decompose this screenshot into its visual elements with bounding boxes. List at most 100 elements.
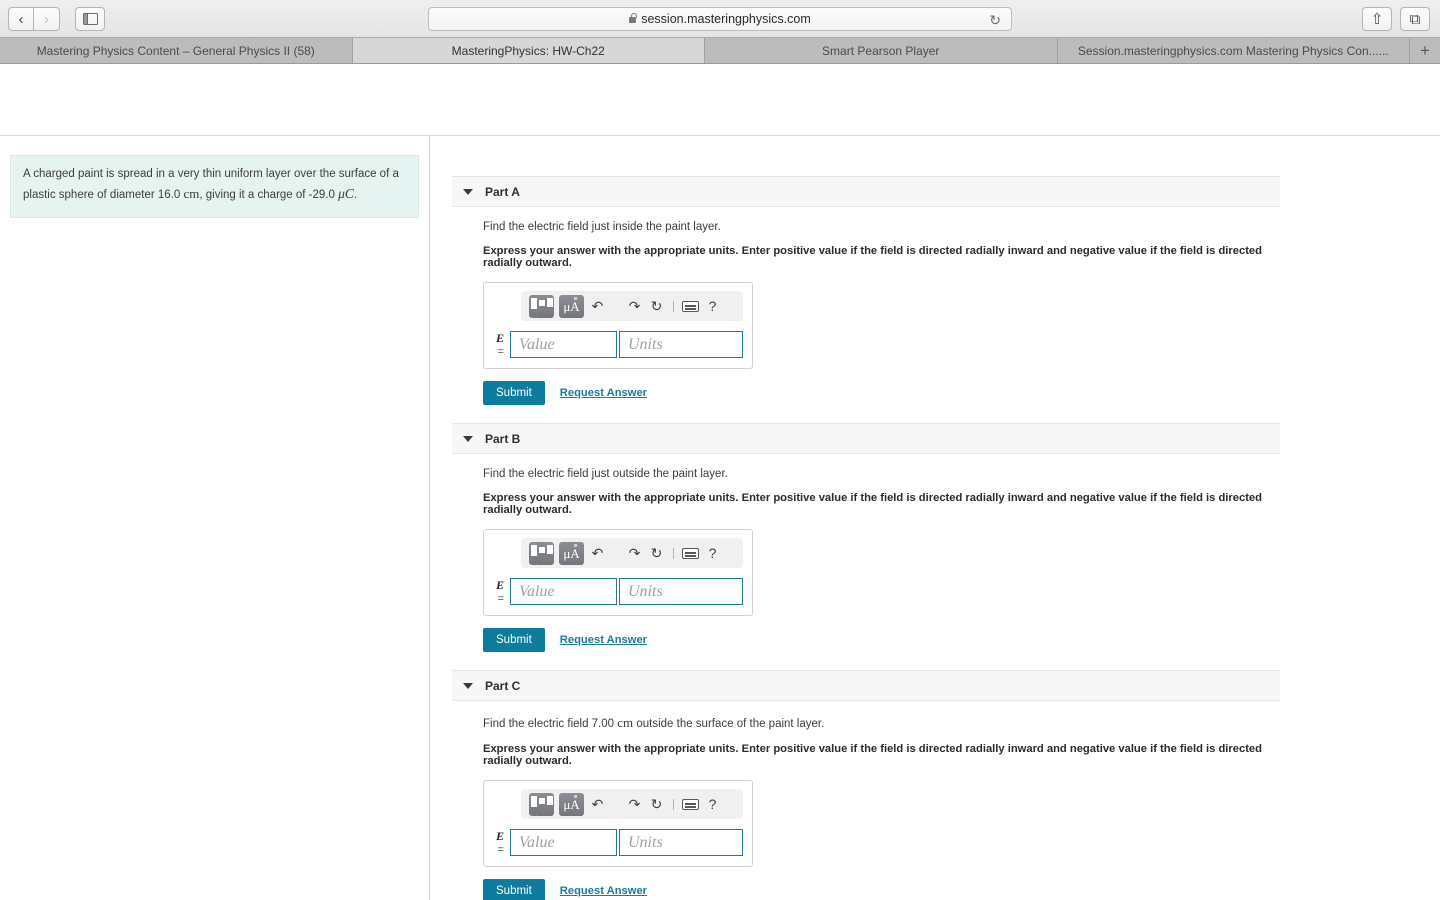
help-button[interactable]: ?	[704, 794, 721, 814]
address-bar[interactable]: session.masteringphysics.com ↻	[428, 7, 1012, 31]
part-b-header[interactable]: Part B	[452, 423, 1280, 454]
back-arrow-icon: ‹	[18, 10, 24, 28]
part-c-header[interactable]: Part C	[452, 670, 1280, 701]
spacer-a-b	[430, 405, 1440, 423]
new-tab-button[interactable]: +	[1410, 38, 1440, 63]
part-a-actions: Submit Request Answer	[483, 381, 1280, 405]
redo-button[interactable]: ↷	[626, 296, 643, 316]
reset-circular-arrow-icon: ↻	[650, 795, 663, 812]
field-label: E =	[493, 331, 504, 358]
units-palette-button[interactable]: μA	[559, 792, 584, 816]
show-tabs-button[interactable]: ⧉	[1400, 7, 1430, 31]
back-button[interactable]: ‹	[8, 7, 34, 31]
part-b-submit-button[interactable]: Submit	[483, 628, 545, 652]
spacer-b-c	[430, 652, 1440, 670]
undo-button[interactable]: ↶	[589, 794, 606, 814]
template-sublabel-icon: ⏟	[532, 807, 537, 816]
sidebar-toggle-button[interactable]	[75, 7, 105, 31]
reset-button[interactable]: ↻	[648, 543, 665, 563]
math-template-button[interactable]: ⏟	[529, 541, 554, 565]
undo-arrow-icon: ↶	[591, 544, 604, 561]
chevron-down-icon	[463, 188, 473, 195]
field-equals: =	[497, 593, 505, 605]
part-b-request-answer-link[interactable]: Request Answer	[560, 634, 647, 646]
keyboard-icon	[682, 547, 699, 559]
keyboard-button[interactable]	[682, 794, 699, 814]
field-equals: =	[497, 346, 505, 358]
part-c-body: Find the electric field 7.00 cm outside …	[452, 701, 1280, 900]
part-c-submit-button[interactable]: Submit	[483, 879, 545, 900]
browser-tab-2[interactable]: MasteringPhysics: HW-Ch22	[352, 38, 705, 63]
field-variable: E	[495, 331, 504, 345]
help-button[interactable]: ?	[704, 296, 721, 316]
part-c-units-input[interactable]	[619, 829, 743, 856]
help-question-icon: ?	[708, 545, 717, 561]
undo-arrow-icon: ↶	[591, 795, 604, 812]
part-c-prompt-text-1: Find the electric field 7.00	[483, 718, 615, 730]
undo-button[interactable]: ↶	[589, 296, 606, 316]
part-a: Part A Find the electric field just insi…	[452, 176, 1280, 405]
forward-button[interactable]: ›	[34, 7, 60, 31]
units-palette-button[interactable]: μA	[559, 294, 584, 318]
undo-arrow-icon: ↶	[591, 297, 604, 314]
part-a-submit-button[interactable]: Submit	[483, 381, 545, 405]
field-equals: =	[497, 844, 505, 856]
redo-arrow-icon: ↷	[628, 795, 641, 812]
part-c-request-answer-link[interactable]: Request Answer	[560, 885, 647, 897]
part-b-value-input[interactable]	[510, 578, 617, 605]
reset-circular-arrow-icon: ↻	[650, 544, 663, 561]
chevron-down-icon	[463, 682, 473, 689]
angstrom-ring-icon	[574, 296, 577, 300]
redo-button[interactable]: ↷	[626, 794, 643, 814]
field-label: E =	[493, 578, 504, 605]
undo-button[interactable]: ↶	[589, 543, 606, 563]
part-b-instruction: Express your answer with the appropriate…	[483, 492, 1262, 516]
browser-tab-4[interactable]: Session.masteringphysics.com Mastering P…	[1057, 38, 1410, 63]
tab-label: Session.masteringphysics.com Mastering P…	[1077, 43, 1389, 58]
part-a-header[interactable]: Part A	[452, 176, 1280, 207]
part-a-request-answer-link[interactable]: Request Answer	[560, 387, 647, 399]
units-label: μA	[563, 545, 580, 561]
redo-arrow-icon: ↷	[628, 297, 641, 314]
share-icon: ⇧	[1370, 10, 1384, 28]
part-c-field-row: E =	[493, 829, 743, 856]
keyboard-button[interactable]	[682, 543, 699, 563]
reload-icon[interactable]: ↻	[989, 12, 1001, 29]
help-question-icon: ?	[708, 796, 717, 812]
help-question-icon: ?	[708, 298, 717, 314]
reset-button[interactable]: ↻	[648, 794, 665, 814]
redo-arrow-icon: ↷	[628, 544, 641, 561]
reset-circular-arrow-icon: ↻	[650, 297, 663, 314]
part-b-toolbar: ⏟ μA ↶ ↷ ↻ ?	[521, 538, 743, 568]
reset-button[interactable]: ↻	[648, 296, 665, 316]
keyboard-button[interactable]	[682, 296, 699, 316]
field-label: E =	[493, 829, 504, 856]
part-c-toolbar: ⏟ μA ↶ ↷ ↻ ?	[521, 789, 743, 819]
template-icon	[530, 297, 553, 309]
part-c-prompt-text-2: outside the surface of the paint layer.	[636, 718, 825, 730]
part-c-instruction: Express your answer with the appropriate…	[483, 743, 1262, 767]
part-a-body: Find the electric field just inside the …	[452, 207, 1280, 405]
part-a-value-input[interactable]	[510, 331, 617, 358]
part-c-prompt: Find the electric field 7.00 cm outside …	[483, 715, 1280, 731]
tab-bar: Mastering Physics Content – General Phys…	[0, 38, 1440, 64]
browser-chrome: ‹ › session.masteringphysics.com ↻ ⇧ ⧉	[0, 0, 1440, 38]
browser-tab-1[interactable]: Mastering Physics Content – General Phys…	[0, 38, 353, 63]
part-b: Part B Find the electric field just outs…	[452, 423, 1280, 652]
part-a-units-input[interactable]	[619, 331, 743, 358]
help-button[interactable]: ?	[704, 543, 721, 563]
browser-tab-3[interactable]: Smart Pearson Player	[705, 38, 1058, 63]
math-template-button[interactable]: ⏟	[529, 792, 554, 816]
problem-statement: A charged paint is spread in a very thin…	[10, 155, 419, 218]
part-b-label: Part B	[485, 431, 521, 446]
chevron-down-icon	[463, 435, 473, 442]
redo-button[interactable]: ↷	[626, 543, 643, 563]
units-palette-button[interactable]: μA	[559, 541, 584, 565]
toolbar-separator	[673, 547, 674, 559]
part-b-units-input[interactable]	[619, 578, 743, 605]
part-a-field-row: E =	[493, 331, 743, 358]
part-c-actions: Submit Request Answer	[483, 879, 1280, 900]
part-c-value-input[interactable]	[510, 829, 617, 856]
math-template-button[interactable]: ⏟	[529, 294, 554, 318]
share-button[interactable]: ⇧	[1362, 7, 1392, 31]
